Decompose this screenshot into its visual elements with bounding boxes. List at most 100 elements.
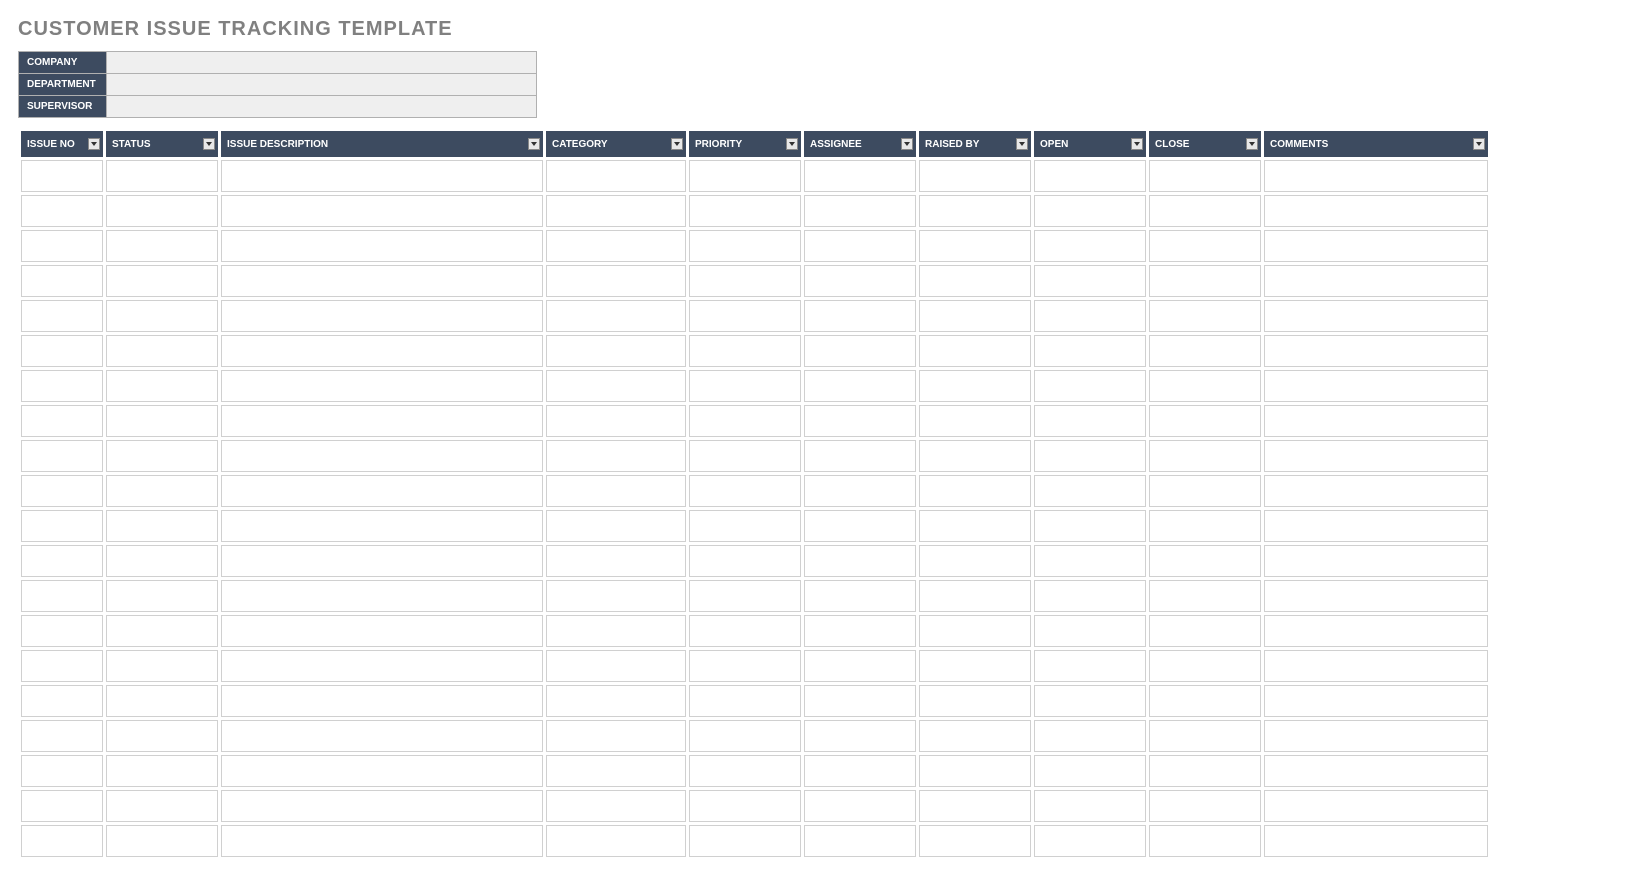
table-cell[interactable] (919, 160, 1031, 192)
table-cell[interactable] (1034, 510, 1146, 542)
table-cell[interactable] (221, 615, 543, 647)
table-cell[interactable] (919, 300, 1031, 332)
table-cell[interactable] (1034, 160, 1146, 192)
table-cell[interactable] (221, 160, 543, 192)
table-cell[interactable] (1034, 335, 1146, 367)
table-cell[interactable] (106, 720, 218, 752)
table-cell[interactable] (21, 755, 103, 787)
table-cell[interactable] (21, 405, 103, 437)
table-cell[interactable] (221, 685, 543, 717)
table-cell[interactable] (804, 650, 916, 682)
table-cell[interactable] (21, 545, 103, 577)
table-cell[interactable] (21, 580, 103, 612)
table-cell[interactable] (1034, 790, 1146, 822)
table-cell[interactable] (1264, 300, 1488, 332)
filter-dropdown-icon[interactable] (1473, 138, 1485, 150)
filter-dropdown-icon[interactable] (1016, 138, 1028, 150)
table-cell[interactable] (221, 230, 543, 262)
table-cell[interactable] (21, 510, 103, 542)
table-cell[interactable] (221, 825, 543, 857)
table-cell[interactable] (546, 580, 686, 612)
table-cell[interactable] (221, 545, 543, 577)
table-cell[interactable] (106, 405, 218, 437)
table-cell[interactable] (21, 195, 103, 227)
filter-dropdown-icon[interactable] (528, 138, 540, 150)
table-cell[interactable] (1149, 405, 1261, 437)
table-cell[interactable] (1149, 545, 1261, 577)
filter-dropdown-icon[interactable] (88, 138, 100, 150)
table-cell[interactable] (546, 440, 686, 472)
table-cell[interactable] (1034, 195, 1146, 227)
table-cell[interactable] (1264, 160, 1488, 192)
table-cell[interactable] (1264, 510, 1488, 542)
table-cell[interactable] (21, 720, 103, 752)
table-cell[interactable] (221, 265, 543, 297)
table-cell[interactable] (1034, 650, 1146, 682)
table-cell[interactable] (1264, 265, 1488, 297)
table-cell[interactable] (21, 475, 103, 507)
meta-department-value[interactable] (107, 74, 537, 96)
table-cell[interactable] (1264, 650, 1488, 682)
table-cell[interactable] (1149, 160, 1261, 192)
table-cell[interactable] (1034, 440, 1146, 472)
table-cell[interactable] (804, 685, 916, 717)
table-cell[interactable] (106, 545, 218, 577)
table-cell[interactable] (21, 335, 103, 367)
table-cell[interactable] (1264, 720, 1488, 752)
table-cell[interactable] (1264, 195, 1488, 227)
table-cell[interactable] (221, 475, 543, 507)
table-cell[interactable] (919, 755, 1031, 787)
table-cell[interactable] (106, 370, 218, 402)
table-cell[interactable] (106, 685, 218, 717)
table-cell[interactable] (804, 720, 916, 752)
table-cell[interactable] (1149, 720, 1261, 752)
table-cell[interactable] (546, 790, 686, 822)
meta-supervisor-value[interactable] (107, 96, 537, 118)
table-cell[interactable] (919, 475, 1031, 507)
table-cell[interactable] (1034, 405, 1146, 437)
table-cell[interactable] (1264, 615, 1488, 647)
table-cell[interactable] (1034, 755, 1146, 787)
table-cell[interactable] (1264, 790, 1488, 822)
filter-dropdown-icon[interactable] (203, 138, 215, 150)
table-cell[interactable] (21, 790, 103, 822)
table-cell[interactable] (804, 405, 916, 437)
table-cell[interactable] (689, 370, 801, 402)
table-cell[interactable] (689, 195, 801, 227)
table-cell[interactable] (546, 510, 686, 542)
table-cell[interactable] (221, 195, 543, 227)
filter-dropdown-icon[interactable] (786, 138, 798, 150)
table-cell[interactable] (689, 510, 801, 542)
table-cell[interactable] (546, 720, 686, 752)
table-cell[interactable] (546, 685, 686, 717)
table-cell[interactable] (1149, 230, 1261, 262)
table-cell[interactable] (689, 580, 801, 612)
table-cell[interactable] (546, 265, 686, 297)
table-cell[interactable] (804, 160, 916, 192)
table-cell[interactable] (919, 615, 1031, 647)
table-cell[interactable] (1264, 755, 1488, 787)
table-cell[interactable] (1034, 580, 1146, 612)
table-cell[interactable] (546, 755, 686, 787)
table-cell[interactable] (21, 370, 103, 402)
table-cell[interactable] (106, 650, 218, 682)
table-cell[interactable] (1034, 370, 1146, 402)
table-cell[interactable] (546, 825, 686, 857)
table-cell[interactable] (1034, 545, 1146, 577)
table-cell[interactable] (1034, 230, 1146, 262)
table-cell[interactable] (689, 545, 801, 577)
table-cell[interactable] (1264, 440, 1488, 472)
table-cell[interactable] (689, 650, 801, 682)
table-cell[interactable] (689, 440, 801, 472)
table-cell[interactable] (21, 615, 103, 647)
table-cell[interactable] (804, 265, 916, 297)
table-cell[interactable] (689, 475, 801, 507)
table-cell[interactable] (106, 580, 218, 612)
table-cell[interactable] (919, 265, 1031, 297)
table-cell[interactable] (919, 370, 1031, 402)
table-cell[interactable] (106, 790, 218, 822)
table-cell[interactable] (689, 755, 801, 787)
table-cell[interactable] (804, 300, 916, 332)
table-cell[interactable] (804, 475, 916, 507)
table-cell[interactable] (1149, 650, 1261, 682)
